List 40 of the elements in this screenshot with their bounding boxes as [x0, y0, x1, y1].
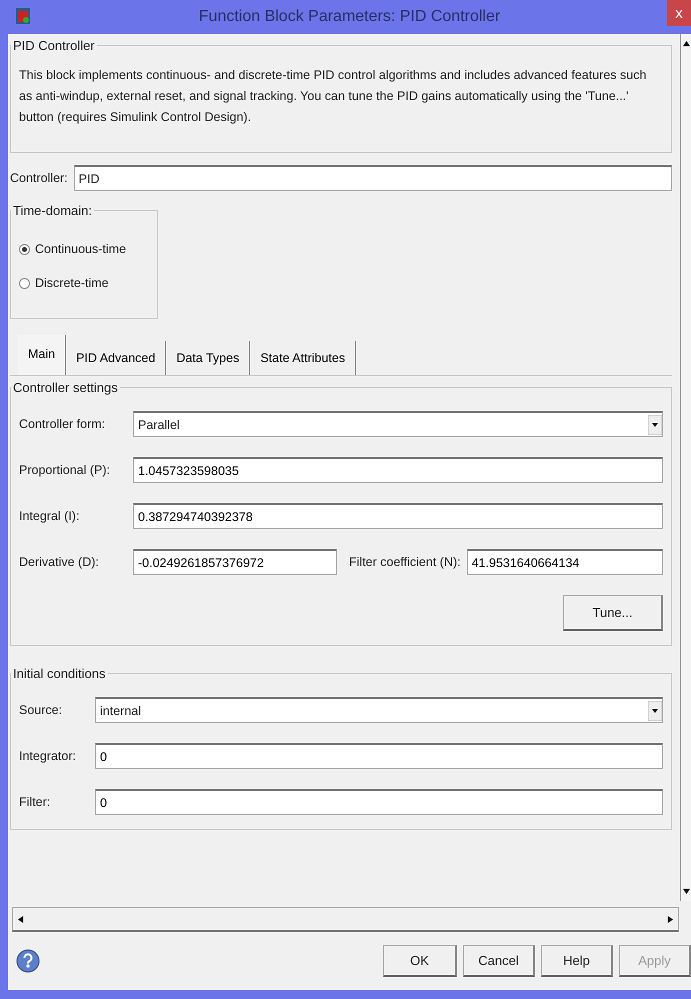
help-icon[interactable]	[16, 949, 40, 973]
dropdown-arrow-icon[interactable]	[648, 414, 662, 434]
tab[interactable]: Main	[18, 335, 66, 375]
radio-option[interactable]: Continuous-time	[19, 242, 149, 256]
scroll-right-icon[interactable]	[667, 916, 674, 922]
field-label: Proportional (P):	[19, 463, 112, 477]
field-label: Filter:	[19, 795, 52, 809]
group-title: PID Controller	[12, 38, 96, 53]
source-dropdown[interactable]: internal	[95, 697, 663, 723]
scroll-left-icon[interactable]	[17, 916, 24, 922]
field-label: Integral (I):	[19, 509, 80, 523]
gain-field[interactable]: 0.387294740392378	[133, 503, 663, 529]
block-description: This block implements continuous- and discrete-time PID control algorithms and includes advanced features such as anti-windup, external reset, and signal tracking. You can tune the PID gains automatically using the 'Tune...' button (requires Simulink Control Design).	[19, 67, 648, 126]
dialog-button[interactable]: Cancel	[463, 945, 535, 977]
field-label: Controller form:	[19, 417, 106, 431]
close-button[interactable]: x	[667, 0, 691, 26]
field-label: Integrator:	[19, 749, 77, 763]
tune-button[interactable]: Tune...	[563, 595, 663, 631]
scroll-down-icon[interactable]	[682, 888, 690, 895]
initial-value-field[interactable]: 0	[95, 789, 663, 815]
field-label: Derivative (D):	[19, 555, 100, 569]
group-title: Time-domain:	[12, 203, 93, 218]
controller-form-dropdown[interactable]: Parallel	[133, 411, 663, 437]
scroll-up-icon[interactable]	[682, 40, 690, 47]
initial-value-field[interactable]: 0	[95, 743, 663, 769]
gain-field[interactable]: 41.9531640664134	[466, 549, 663, 575]
group-title: Controller settings	[12, 380, 119, 395]
dialog-button[interactable]: OK	[383, 945, 457, 977]
dropdown-arrow-icon[interactable]	[648, 700, 662, 720]
field-label: Source:	[19, 703, 64, 717]
window-title: Function Block Parameters: PID Controller	[198, 8, 500, 26]
gain-field[interactable]: -0.0249261857376972	[133, 549, 337, 575]
controller-dropdown[interactable]: PID	[74, 165, 672, 191]
app-icon	[16, 8, 30, 24]
field-label: Controller:	[10, 171, 68, 185]
field-label: Filter coefficient (N):	[349, 555, 461, 569]
group-title: Initial conditions	[12, 666, 106, 681]
radio-option[interactable]: Discrete-time	[19, 276, 149, 290]
dialog-button[interactable]: Help	[541, 945, 613, 977]
gain-field[interactable]: 1.0457323598035	[133, 457, 663, 483]
